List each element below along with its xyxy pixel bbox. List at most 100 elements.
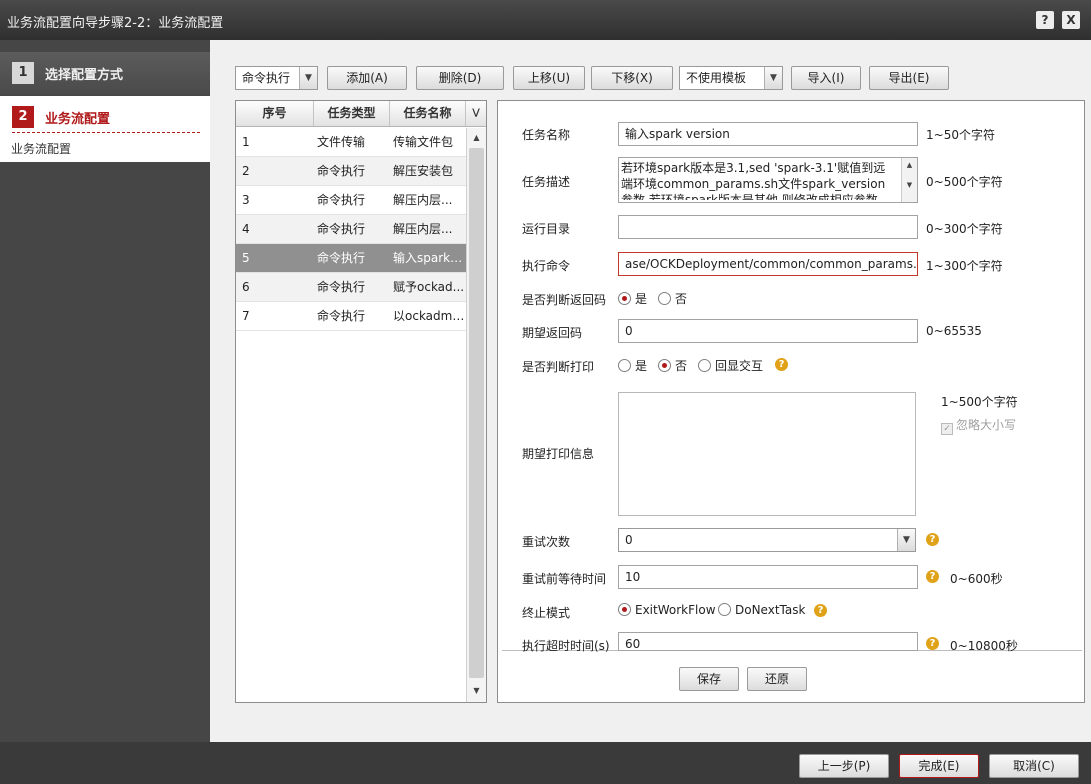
row-name: 以ockadmi...: [393, 309, 465, 323]
retry-wait-input[interactable]: 10: [618, 565, 918, 589]
help-icon[interactable]: ?: [814, 604, 827, 617]
stop-mode-label: 终止模式: [522, 606, 571, 620]
help-button[interactable]: ?: [1036, 11, 1054, 29]
row-type: 命令执行: [317, 164, 366, 178]
row-type: 命令执行: [317, 251, 366, 265]
task-desc-hint: 0~500个字符: [926, 175, 1003, 189]
finish-button[interactable]: 完成(E): [899, 754, 979, 778]
restore-button[interactable]: 还原: [747, 667, 807, 691]
run-dir-input[interactable]: [618, 215, 918, 239]
prev-step-button[interactable]: 上一步(P): [799, 754, 889, 778]
checkbox-label: 忽略大小写: [956, 418, 1017, 432]
chevron-down-icon: ▼: [299, 67, 317, 89]
radio-checked-icon: [618, 292, 631, 305]
window-titlebar: 业务流配置向导步骤2-2：业务流配置 ? X: [0, 0, 1091, 40]
timeout-hint: 0~10800秒: [950, 639, 1018, 653]
timeout-input[interactable]: 60: [618, 632, 918, 651]
scroll-up-icon[interactable]: ▲: [467, 130, 486, 146]
radio-label: DoNextTask: [735, 603, 806, 617]
check-print-no[interactable]: 否: [658, 357, 687, 374]
table-row[interactable]: 2 命令执行 解压安装包: [236, 157, 466, 186]
task-desc-label: 任务描述: [522, 175, 571, 189]
export-button[interactable]: 导出(E): [869, 66, 949, 90]
retry-count-select[interactable]: 0 ▼: [618, 528, 916, 552]
add-button[interactable]: 添加(A): [327, 66, 407, 90]
step-1-number: 1: [12, 62, 34, 84]
radio-checked-icon: [618, 603, 631, 616]
chevron-down-icon: ▼: [897, 529, 915, 551]
table-row-selected[interactable]: 5 命令执行 输入spark ...: [236, 244, 466, 273]
column-header-id[interactable]: 序号: [236, 101, 314, 126]
table-row[interactable]: 4 命令执行 解压内层...: [236, 215, 466, 244]
radio-label: 否: [675, 359, 688, 373]
stop-mode-exit[interactable]: ExitWorkFlow: [618, 603, 716, 617]
check-return-no[interactable]: 否: [658, 290, 687, 307]
run-dir-hint: 0~300个字符: [926, 222, 1003, 236]
table-row[interactable]: 3 命令执行 解压内层...: [236, 186, 466, 215]
column-header-type[interactable]: 任务类型: [314, 101, 390, 126]
radio-label: ExitWorkFlow: [635, 603, 716, 617]
wizard-steps: 1 选择配置方式 2 业务流配置 业务流配置: [0, 40, 210, 742]
move-up-button[interactable]: 上移(U): [513, 66, 585, 90]
cancel-button[interactable]: 取消(C): [989, 754, 1079, 778]
scrollbar-thumb[interactable]: [469, 148, 484, 678]
step-2-subitem[interactable]: 业务流配置: [11, 140, 71, 157]
exec-cmd-hint: 1~300个字符: [926, 259, 1003, 273]
table-row[interactable]: 6 命令执行 赋予ockad...: [236, 273, 466, 302]
table-row[interactable]: 7 命令执行 以ockadmi...: [236, 302, 466, 331]
radio-unchecked-icon: [698, 359, 711, 372]
template-select[interactable]: 不使用模板 ▼: [679, 66, 783, 90]
save-button[interactable]: 保存: [679, 667, 739, 691]
step-1[interactable]: 1 选择配置方式: [0, 52, 210, 94]
row-id: 1: [242, 135, 250, 149]
help-icon[interactable]: ?: [926, 533, 939, 546]
row-id: 3: [242, 193, 250, 207]
table-row[interactable]: 1 文件传输 传输文件包: [236, 128, 466, 157]
retry-wait-label: 重试前等待时间: [522, 572, 607, 586]
radio-unchecked-icon: [718, 603, 731, 616]
step-1-title: 选择配置方式: [45, 68, 124, 83]
column-menu-icon[interactable]: ⋁: [466, 101, 486, 126]
task-desc-textarea[interactable]: 若环境spark版本是3.1,sed 'spark-3.1'赋值到远端环境com…: [618, 157, 918, 203]
retry-count-value: 0: [625, 533, 633, 547]
retry-wait-hint: 0~600秒: [950, 572, 1003, 586]
help-icon[interactable]: ?: [926, 637, 939, 650]
task-form-body: 任务名称 输入spark version 1~50个字符 任务描述 若环境spa…: [502, 105, 1082, 653]
task-type-select[interactable]: 命令执行 ▼: [235, 66, 318, 90]
ignore-case-checkbox[interactable]: ✓ 忽略大小写: [941, 416, 1016, 435]
task-name-hint: 1~50个字符: [926, 128, 995, 142]
footer-bar: 上一步(P) 完成(E) 取消(C): [0, 742, 1091, 784]
table-scrollbar[interactable]: ▲ ▼: [466, 128, 486, 702]
table-header: 序号 任务类型 任务名称 ⋁: [236, 101, 486, 127]
import-button[interactable]: 导入(I): [791, 66, 861, 90]
expected-return-label: 期望返回码: [522, 326, 583, 340]
expected-return-hint: 0~65535: [926, 324, 982, 338]
scroll-down-icon[interactable]: ▼: [467, 683, 486, 699]
radio-label: 回显交互: [715, 359, 764, 373]
check-return-yes[interactable]: 是: [618, 290, 647, 307]
delete-button[interactable]: 删除(D): [416, 66, 504, 90]
radio-label: 是: [635, 359, 648, 373]
row-type: 命令执行: [317, 280, 366, 294]
help-icon[interactable]: ?: [775, 358, 788, 371]
row-type: 命令执行: [317, 309, 366, 323]
move-down-button[interactable]: 下移(X): [591, 66, 673, 90]
row-name: 解压安装包: [393, 164, 454, 178]
exec-cmd-label: 执行命令: [522, 259, 571, 273]
expected-print-textarea[interactable]: [618, 392, 916, 516]
step-2[interactable]: 2 业务流配置 业务流配置: [0, 96, 210, 162]
help-icon[interactable]: ?: [926, 570, 939, 583]
stop-mode-next[interactable]: DoNextTask: [718, 603, 805, 617]
row-type: 命令执行: [317, 222, 366, 236]
radio-checked-icon: [658, 359, 671, 372]
task-name-input[interactable]: 输入spark version: [618, 122, 918, 146]
textarea-scrollbar[interactable]: ▲ ▼: [901, 158, 917, 202]
close-button[interactable]: X: [1062, 11, 1080, 29]
check-print-interactive[interactable]: 回显交互: [698, 357, 763, 374]
table-body: 1 文件传输 传输文件包 2 命令执行 解压安装包 3 命令执行 解压内层...…: [236, 128, 466, 331]
check-print-yes[interactable]: 是: [618, 357, 647, 374]
column-header-name[interactable]: 任务名称: [390, 101, 466, 126]
exec-cmd-input[interactable]: ase/OCKDeployment/common/common_params.s…: [618, 252, 918, 276]
expected-return-input[interactable]: 0: [618, 319, 918, 343]
row-name: 赋予ockad...: [393, 280, 465, 294]
